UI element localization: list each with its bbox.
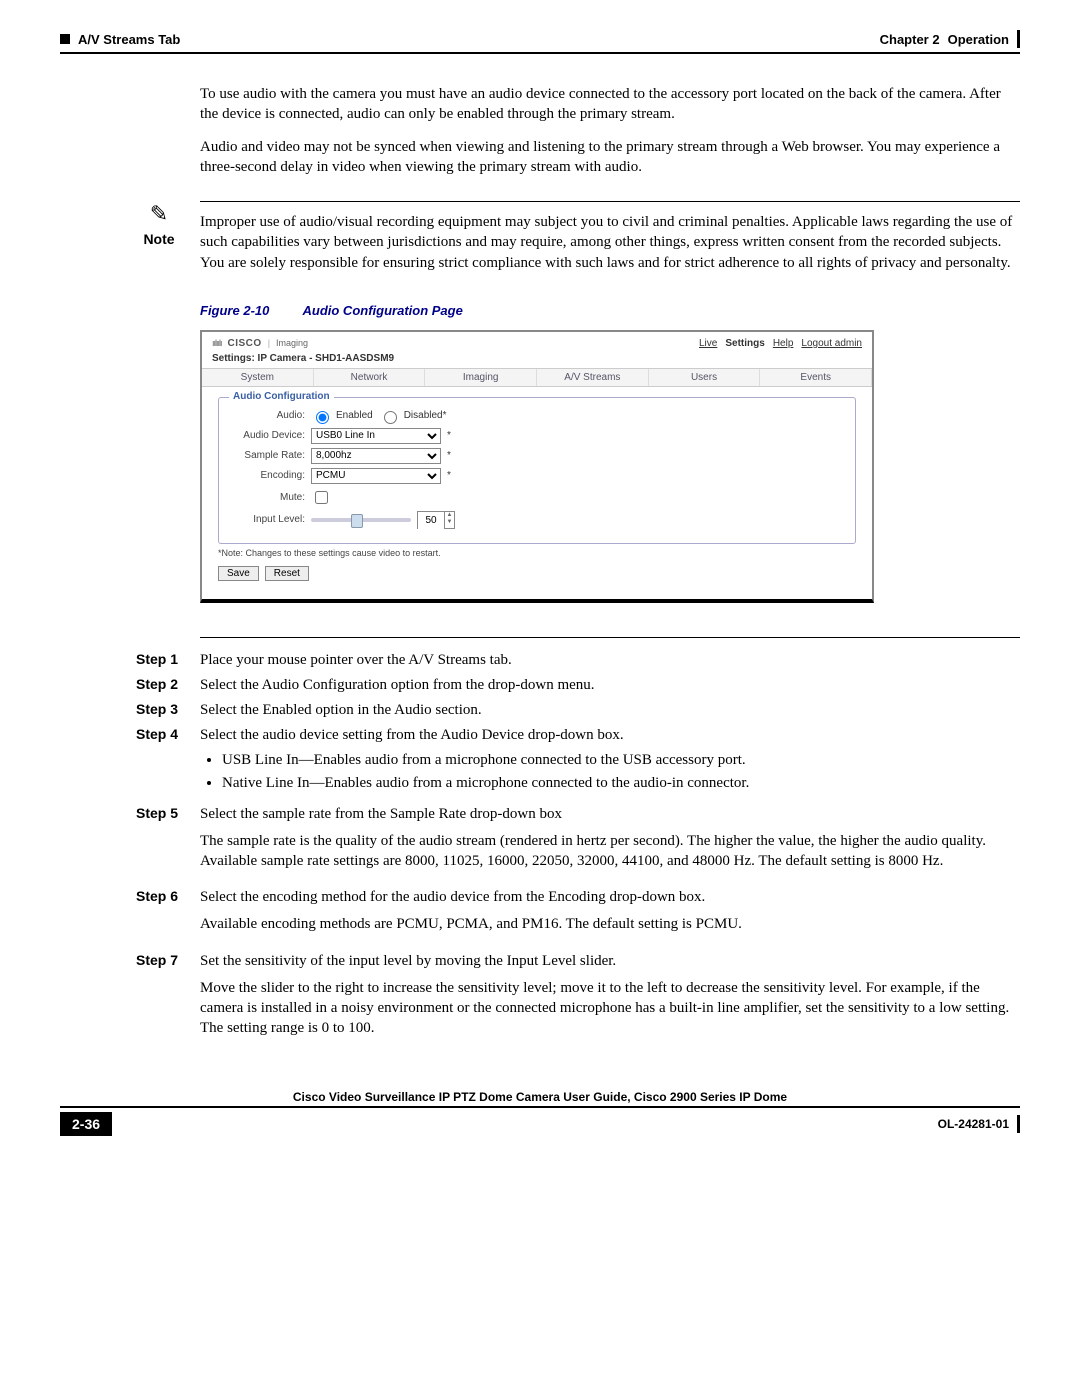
header-title: Operation bbox=[948, 32, 1009, 47]
step-1-label: Step 1 bbox=[136, 650, 182, 671]
intro-paragraph-2: Audio and video may not be synced when v… bbox=[200, 137, 1020, 178]
step-6-label: Step 6 bbox=[136, 887, 182, 946]
note-block: ✎ Note Improper use of audio/visual reco… bbox=[136, 201, 1020, 273]
footer-book-title: Cisco Video Surveillance IP PTZ Dome Cam… bbox=[60, 1090, 1020, 1108]
header-bar-icon bbox=[1017, 30, 1020, 48]
audio-config-screenshot: ıılıılı CISCO | Imaging Live Settings He… bbox=[200, 330, 874, 603]
page-footer: Cisco Video Surveillance IP PTZ Dome Cam… bbox=[60, 1090, 1020, 1136]
step-2-text: Select the Audio Configuration option fr… bbox=[200, 675, 1020, 696]
figure-title: Audio Configuration Page bbox=[303, 303, 463, 318]
settings-breadcrumb: Settings: IP Camera - SHD1-AASDSM9 bbox=[202, 351, 872, 368]
header-rule bbox=[60, 52, 1020, 54]
intro-paragraph-1: To use audio with the camera you must ha… bbox=[200, 84, 1020, 125]
footer-bar-icon bbox=[1017, 1115, 1020, 1133]
save-button[interactable]: Save bbox=[218, 566, 259, 581]
encoding-label: Encoding: bbox=[229, 470, 305, 481]
step-4-bullet-2: Native Line In—Enables audio from a micr… bbox=[222, 773, 1020, 794]
header-square-icon bbox=[60, 34, 70, 44]
panel-title: Audio Configuration bbox=[229, 391, 334, 402]
tab-network[interactable]: Network bbox=[314, 369, 426, 386]
top-nav: Live Settings Help Logout admin bbox=[699, 338, 862, 349]
steps-list: Step 1 Place your mouse pointer over the… bbox=[136, 650, 1020, 1051]
audio-label: Audio: bbox=[229, 410, 305, 421]
audio-disabled-radio[interactable] bbox=[384, 411, 397, 424]
cisco-logo: ıılıılı CISCO | Imaging bbox=[212, 338, 308, 349]
mute-label: Mute: bbox=[229, 492, 305, 503]
step-5-extra: The sample rate is the quality of the au… bbox=[200, 831, 1020, 872]
audio-enabled-radio[interactable] bbox=[316, 411, 329, 424]
header-section: A/V Streams Tab bbox=[78, 32, 180, 47]
step-2-label: Step 2 bbox=[136, 675, 182, 696]
note-text: Improper use of audio/visual recording e… bbox=[200, 201, 1020, 273]
step-3-label: Step 3 bbox=[136, 700, 182, 721]
audio-device-label: Audio Device: bbox=[229, 430, 305, 441]
figure-caption: Figure 2-10 Audio Configuration Page bbox=[200, 303, 1020, 318]
input-level-spinner[interactable]: ▲▼ bbox=[417, 511, 455, 529]
input-level-label: Input Level: bbox=[229, 514, 305, 525]
page-number-badge: 2-36 bbox=[60, 1112, 112, 1136]
audio-config-panel: Audio Configuration Audio: Enabled Disab… bbox=[218, 397, 856, 544]
settings-tabs: System Network Imaging A/V Streams Users… bbox=[202, 368, 872, 387]
audio-device-select[interactable]: USB0 Line In bbox=[311, 428, 441, 444]
note-label: Note bbox=[143, 231, 174, 247]
step-4-bullet-1: USB Line In—Enables audio from a microph… bbox=[222, 750, 1020, 771]
tab-imaging[interactable]: Imaging bbox=[425, 369, 537, 386]
tab-av-streams[interactable]: A/V Streams bbox=[537, 369, 649, 386]
tab-events[interactable]: Events bbox=[760, 369, 872, 386]
sample-rate-select[interactable]: 8,000hz bbox=[311, 448, 441, 464]
mute-checkbox[interactable] bbox=[315, 491, 328, 504]
header-chapter: Chapter 2 bbox=[880, 32, 940, 47]
input-level-slider[interactable] bbox=[311, 518, 411, 522]
step-7-text: Set the sensitivity of the input level b… bbox=[200, 951, 1020, 972]
steps-divider bbox=[200, 637, 1020, 638]
encoding-select[interactable]: PCMU bbox=[311, 468, 441, 484]
step-4-text: Select the audio device setting from the… bbox=[200, 725, 1020, 746]
tab-users[interactable]: Users bbox=[649, 369, 761, 386]
nav-live[interactable]: Live bbox=[699, 338, 717, 349]
running-header: A/V Streams Tab Chapter 2 Operation bbox=[60, 30, 1020, 48]
nav-help[interactable]: Help bbox=[773, 338, 794, 349]
doc-id: OL-24281-01 bbox=[938, 1117, 1009, 1131]
step-4-label: Step 4 bbox=[136, 725, 182, 800]
step-5-text: Select the sample rate from the Sample R… bbox=[200, 804, 1020, 825]
pencil-icon: ✎ bbox=[150, 201, 168, 227]
step-3-text: Select the Enabled option in the Audio s… bbox=[200, 700, 1020, 721]
figure-number: Figure 2-10 bbox=[200, 303, 269, 318]
step-6-extra: Available encoding methods are PCMU, PCM… bbox=[200, 914, 1020, 934]
reset-button[interactable]: Reset bbox=[265, 566, 309, 581]
step-5-label: Step 5 bbox=[136, 804, 182, 884]
tab-system[interactable]: System bbox=[202, 369, 314, 386]
restart-note: *Note: Changes to these settings cause v… bbox=[218, 548, 856, 558]
nav-logout[interactable]: Logout admin bbox=[801, 338, 862, 349]
nav-settings[interactable]: Settings bbox=[725, 338, 764, 349]
step-1-text: Place your mouse pointer over the A/V St… bbox=[200, 650, 1020, 671]
step-6-text: Select the encoding method for the audio… bbox=[200, 887, 1020, 908]
sample-rate-label: Sample Rate: bbox=[229, 450, 305, 461]
step-7-label: Step 7 bbox=[136, 951, 182, 1051]
step-7-extra: Move the slider to the right to increase… bbox=[200, 978, 1020, 1039]
